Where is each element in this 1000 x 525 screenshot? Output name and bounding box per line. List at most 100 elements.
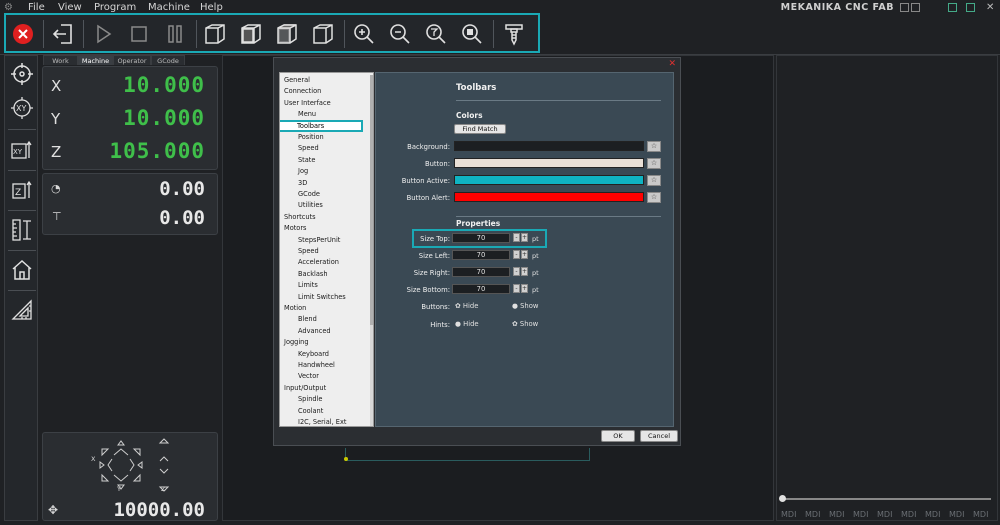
mdi-label[interactable]: MDI: [781, 510, 796, 519]
z-set-button[interactable]: Z: [8, 176, 36, 204]
mdi-label[interactable]: MDI: [949, 510, 964, 519]
nav-item-jog[interactable]: Jog: [298, 167, 308, 175]
buttons-show-radio[interactable]: ● Show: [512, 302, 538, 310]
view-front-button[interactable]: [236, 19, 266, 49]
stop-alert-button[interactable]: [8, 19, 38, 49]
size-right-decrement[interactable]: -: [513, 267, 520, 276]
tab-work[interactable]: Work: [43, 55, 78, 65]
view-side-button[interactable]: [308, 19, 338, 49]
size-left-decrement[interactable]: -: [513, 250, 520, 259]
xy-zero-button[interactable]: XY: [8, 94, 36, 122]
button-color-picker[interactable]: ☆: [647, 158, 661, 169]
close-window-icon[interactable]: ✕: [986, 2, 994, 13]
y-axis-value[interactable]: 10.000: [123, 106, 205, 130]
nav-item-speed[interactable]: Speed: [298, 144, 319, 152]
mdi-label[interactable]: MDI: [853, 510, 868, 519]
view-top-button[interactable]: [272, 19, 302, 49]
nav-item-speed[interactable]: Speed: [298, 247, 319, 255]
buttons-hide-radio[interactable]: ✿ Hide: [455, 302, 478, 310]
mdi-label[interactable]: MDI: [805, 510, 820, 519]
nav-item-shortcuts[interactable]: Shortcuts: [284, 213, 316, 221]
nav-item-limit-switches[interactable]: Limit Switches: [298, 293, 346, 301]
jog-step-value[interactable]: 10000.00: [113, 499, 205, 521]
nav-item-user-interface[interactable]: User Interface: [284, 99, 331, 107]
nav-item-blend[interactable]: Blend: [298, 315, 317, 323]
nav-item-motors[interactable]: Motors: [284, 224, 307, 232]
size-left-input[interactable]: 70: [452, 250, 510, 260]
menu-file[interactable]: File: [28, 2, 45, 13]
nav-item-state[interactable]: State: [298, 156, 315, 164]
mdi-label[interactable]: MDI: [829, 510, 844, 519]
nav-item-input-output[interactable]: Input/Output: [284, 384, 326, 392]
slider-handle[interactable]: [779, 495, 786, 502]
tool-button[interactable]: [499, 19, 529, 49]
nav-item-limits[interactable]: Limits: [298, 281, 318, 289]
size-bottom-increment[interactable]: +: [521, 284, 528, 293]
tab-machine[interactable]: Machine: [78, 55, 113, 65]
go-home-button[interactable]: [8, 256, 36, 284]
button-alert-color-swatch[interactable]: [454, 192, 644, 202]
nav-item-keyboard[interactable]: Keyboard: [298, 350, 329, 358]
xy-set-button[interactable]: XY: [8, 136, 36, 164]
view-iso-button[interactable]: [200, 19, 230, 49]
button-color-swatch[interactable]: [454, 158, 644, 168]
nav-item-handwheel[interactable]: Handwheel: [298, 361, 335, 369]
slider-track[interactable]: [783, 498, 991, 500]
size-bottom-input[interactable]: 70: [452, 284, 510, 294]
nav-item-motion[interactable]: Motion: [284, 304, 306, 312]
nav-item-menu[interactable]: Menu: [298, 110, 316, 118]
menu-view[interactable]: View: [58, 2, 82, 13]
zoom-fit-button[interactable]: [421, 19, 451, 49]
mdi-label[interactable]: MDI: [877, 510, 892, 519]
nav-item-spindle[interactable]: Spindle: [298, 395, 322, 403]
nav-item-gcode[interactable]: GCode: [298, 190, 320, 198]
nav-item-backlash[interactable]: Backlash: [298, 270, 328, 278]
nav-item-connection[interactable]: Connection: [284, 87, 321, 95]
menu-machine[interactable]: Machine: [148, 2, 190, 13]
dialog-close-icon[interactable]: ✕: [668, 59, 676, 69]
zoom-out-button[interactable]: [385, 19, 415, 49]
menu-program[interactable]: Program: [94, 2, 136, 13]
hints-show-radio[interactable]: ✿ Show: [512, 320, 538, 328]
maximize-icon[interactable]: [966, 3, 975, 12]
z-axis-value[interactable]: 105.000: [109, 139, 205, 163]
minimize-icon[interactable]: [900, 3, 909, 12]
nav-scrollbar-thumb[interactable]: [370, 75, 373, 325]
exit-button[interactable]: [48, 19, 78, 49]
button-active-color-swatch[interactable]: [454, 175, 644, 185]
nav-item-coolant[interactable]: Coolant: [298, 407, 323, 415]
nav-item-position[interactable]: Position: [298, 133, 324, 141]
restore-icon[interactable]: [911, 3, 920, 12]
mdi-label[interactable]: MDI: [973, 510, 988, 519]
zoom-in-button[interactable]: [349, 19, 379, 49]
stop-button[interactable]: [124, 19, 154, 49]
nav-item-utilities[interactable]: Utilities: [298, 201, 323, 209]
nav-item-acceleration[interactable]: Acceleration: [298, 258, 339, 266]
nav-item-vector[interactable]: Vector: [298, 372, 319, 380]
play-button[interactable]: [88, 19, 118, 49]
nav-item-stepsperunit[interactable]: StepsPerUnit: [298, 236, 340, 244]
tab-gcode[interactable]: GCode: [151, 55, 185, 65]
background-color-swatch[interactable]: [454, 141, 644, 151]
background-color-picker[interactable]: ☆: [647, 141, 661, 152]
button-active-color-picker[interactable]: ☆: [647, 175, 661, 186]
button-alert-color-picker[interactable]: ☆: [647, 192, 661, 203]
nav-item-jogging[interactable]: Jogging: [284, 338, 309, 346]
home-all-button[interactable]: [8, 60, 36, 88]
probe-button[interactable]: [8, 216, 36, 244]
zoom-extents-button[interactable]: [457, 19, 487, 49]
nav-item-i2c-serial-ext[interactable]: I2C, Serial, Ext: [298, 418, 346, 426]
menu-help[interactable]: Help: [200, 2, 223, 13]
window-icon-green[interactable]: [948, 3, 957, 12]
size-left-increment[interactable]: +: [521, 250, 528, 259]
pause-button[interactable]: [160, 19, 190, 49]
size-right-increment[interactable]: +: [521, 267, 528, 276]
ok-button[interactable]: OK: [601, 430, 635, 442]
square-button[interactable]: [8, 296, 36, 324]
hints-hide-radio[interactable]: ● Hide: [455, 320, 479, 328]
size-right-input[interactable]: 70: [452, 267, 510, 277]
x-axis-value[interactable]: 10.000: [123, 73, 205, 97]
find-match-button[interactable]: Find Match: [454, 124, 506, 134]
nav-item-general[interactable]: General: [284, 76, 310, 84]
nav-item-toolbars[interactable]: Toolbars: [280, 119, 363, 132]
